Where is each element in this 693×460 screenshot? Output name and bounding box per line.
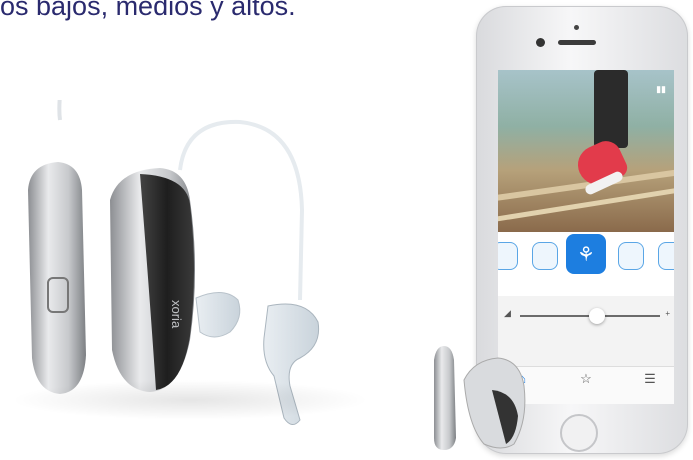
right-aid-tube [178, 119, 305, 301]
front-camera-icon [574, 25, 579, 30]
volume-knob[interactable] [589, 308, 605, 324]
program-carousel: ⚘ [498, 232, 674, 296]
tab-programs[interactable]: ☆ [566, 371, 606, 387]
volume-high-icon: + [665, 309, 670, 318]
runner-leg [594, 70, 628, 148]
earpiece-speaker [558, 40, 596, 45]
star-icon: ☆ [580, 371, 592, 386]
dome-left [195, 292, 241, 338]
music-program-icon[interactable] [658, 242, 674, 270]
brand-logo: xoria [169, 300, 184, 329]
running-photo: ▮▮ [498, 70, 674, 232]
tab-menu[interactable]: ☰ [630, 371, 670, 387]
volume-low-icon: ◢ [504, 308, 511, 318]
restaurant-program-icon[interactable] [532, 242, 558, 270]
program-item-icon[interactable] [498, 242, 518, 270]
hearing-aids-photo: xoria [0, 79, 380, 430]
menu-icon: ☰ [644, 371, 656, 386]
mini-hearing-aids [434, 346, 526, 450]
home-button[interactable] [560, 414, 598, 452]
sport-program-active-icon[interactable]: ⚘ [566, 234, 606, 274]
headline-text: os bajos, medios y altos. [0, 0, 296, 21]
volume-slider[interactable]: ◢ + [498, 306, 674, 326]
hand-program-icon[interactable] [618, 242, 644, 270]
sensor-icon [536, 38, 545, 47]
left-aid-tube [57, 79, 64, 121]
bluetooth-icon: ▮▮ [656, 84, 666, 94]
floor-reflection [10, 380, 370, 420]
